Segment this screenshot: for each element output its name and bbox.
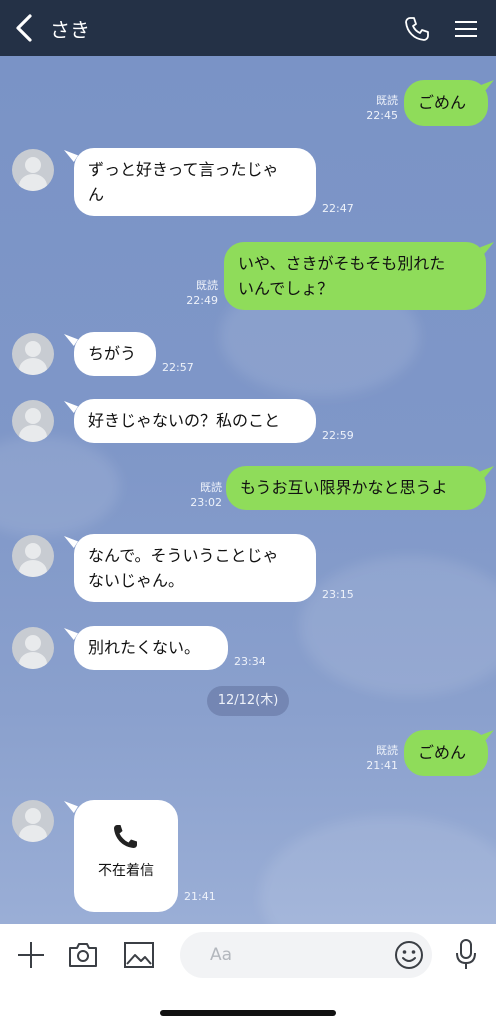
message-time: 23:02 [190, 496, 222, 509]
message-text-line: いんでしょ？ [238, 279, 334, 298]
avatar[interactable] [12, 400, 54, 442]
missed-call-label: 不在着信 [98, 863, 154, 879]
my-message-bubble[interactable]: ごめん [404, 80, 488, 126]
message-text-line: ん [88, 185, 105, 204]
camera-icon[interactable] [67, 940, 99, 970]
avatar[interactable] [12, 149, 54, 191]
their-message-bubble[interactable]: ずっと好きって言ったじゃ ん [74, 148, 316, 216]
back-chevron-icon[interactable] [10, 12, 40, 44]
message-text: 別れたくない。 [88, 638, 201, 657]
phone-call-icon[interactable] [404, 16, 430, 42]
message-input-placeholder: Aa [210, 945, 233, 965]
message-text: ごめん [418, 93, 467, 112]
message-time: 22:57 [162, 361, 194, 374]
chat-title: さき [50, 18, 90, 42]
chat-header: さき [0, 0, 496, 56]
message-text-line: なんで。そういうことじゃ [88, 546, 279, 565]
message-time: 21:41 [366, 759, 398, 772]
message-text-line: いや、さきがそもそも別れた [238, 254, 446, 273]
plus-icon[interactable] [16, 940, 46, 970]
avatar[interactable] [12, 333, 54, 375]
their-message-bubble[interactable]: 別れたくない。 [74, 626, 228, 670]
their-message-bubble[interactable]: 好きじゃないの？私のこと [74, 399, 316, 443]
message-time: 22:59 [322, 429, 354, 442]
message-time: 23:15 [322, 588, 354, 601]
message-text: ごめん [418, 743, 467, 762]
message-time: 21:41 [184, 890, 216, 903]
read-receipt: 既読 [376, 744, 398, 757]
message-input[interactable]: Aa [180, 932, 432, 978]
their-message-bubble[interactable]: ちがう [74, 332, 156, 376]
message-text: もうお互い限界かなと思うよ [240, 478, 448, 497]
message-text-line: ないじゃん。 [88, 571, 185, 590]
their-message-bubble[interactable]: なんで。そういうことじゃ ないじゃん。 [74, 534, 316, 602]
message-toolbar: Aa [0, 924, 496, 1024]
message-time: 22:45 [366, 109, 398, 122]
image-icon[interactable] [123, 941, 155, 969]
read-receipt: 既読 [196, 279, 218, 292]
my-message-bubble[interactable]: ごめん [404, 730, 488, 776]
microphone-icon[interactable] [454, 938, 478, 972]
read-receipt: 既読 [200, 481, 222, 494]
message-time: 22:47 [322, 202, 354, 215]
menu-icon[interactable] [454, 19, 478, 39]
message-text: 好きじゃないの？私のこと [88, 411, 281, 430]
avatar[interactable] [12, 800, 54, 842]
missed-call-bubble[interactable]: 不在着信 [74, 800, 178, 912]
avatar[interactable] [12, 535, 54, 577]
date-separator: 12/12(木) [207, 686, 289, 716]
phone-handset-icon [114, 825, 137, 848]
message-time: 22:49 [186, 294, 218, 307]
emoji-icon[interactable] [394, 940, 424, 970]
read-receipt: 既読 [376, 94, 398, 107]
message-text: ちがう [88, 344, 137, 363]
message-time: 23:34 [234, 655, 266, 668]
my-message-bubble[interactable]: もうお互い限界かなと思うよ [226, 466, 486, 510]
message-text-line: ずっと好きって言ったじゃ [88, 160, 279, 179]
my-message-bubble[interactable]: いや、さきがそもそも別れた いんでしょ？ [224, 242, 486, 310]
home-indicator[interactable] [160, 1010, 336, 1016]
avatar[interactable] [12, 627, 54, 669]
